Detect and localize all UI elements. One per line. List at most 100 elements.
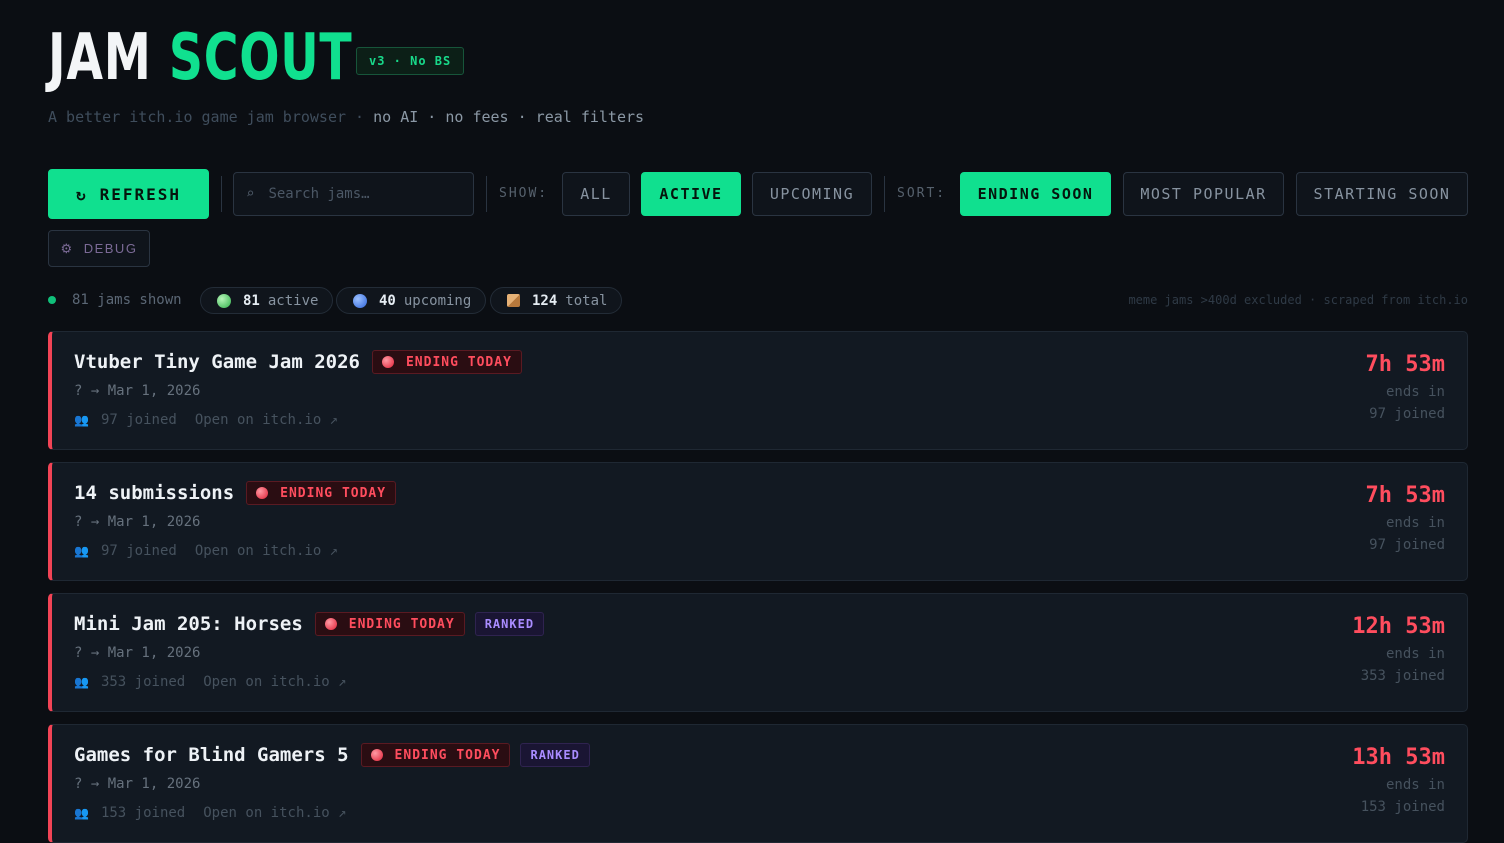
joined-count: 97 joined [1369,537,1445,553]
subtitle-dim: A better itch.io game jam browser · [48,108,365,126]
red-circle-icon [256,487,269,499]
people-icon: 👥 [74,544,89,558]
jam-card[interactable]: Vtuber Tiny Game Jam 2026 ENDING TODAY ?… [48,331,1468,450]
open-on-itch-link[interactable]: Open on itch.io ↗ [203,674,346,690]
jam-meta: 👥 153 joined Open on itch.io ↗ [74,805,347,821]
stats-bar: 81 jams shown 81 active 40 upcoming 124 … [48,287,1468,314]
ranked-badge: RANKED [520,743,590,767]
upcoming-count-pill: 40 upcoming [336,287,487,314]
divider [221,176,222,212]
joined-count: 353 joined [1360,668,1445,684]
search-input[interactable] [268,186,449,202]
upcoming-count: 40 [379,292,396,309]
open-on-itch-link[interactable]: Open on itch.io ↗ [195,412,338,428]
ending-today-badge: ENDING TODAY [360,743,511,767]
jam-dates: ? → Mar 1, 2026 [74,776,201,792]
sort-starting-soon-button[interactable]: STARTING SOON [1296,172,1468,216]
badge-text: ENDING TODAY [394,747,501,763]
jam-joined: 97 joined [100,543,177,559]
red-circle-icon [324,618,337,630]
jam-dates: ? → Mar 1, 2026 [74,514,201,530]
jam-meta: 👥 97 joined Open on itch.io ↗ [74,543,338,559]
jam-card[interactable]: Games for Blind Gamers 5 ENDING TODAY RA… [48,724,1468,843]
open-on-itch-link[interactable]: Open on itch.io ↗ [195,543,338,559]
status-dot-icon [48,296,56,304]
version-badge: v3 · No BS [356,47,465,75]
ending-today-badge: ENDING TODAY [371,350,522,374]
gear-icon: ⚙ [60,240,74,256]
jam-joined: 353 joined [100,674,186,690]
people-icon: 👥 [74,675,89,689]
ranked-badge: RANKED [474,612,545,636]
active-count-pill: 81 active [200,287,334,314]
ending-today-badge: ENDING TODAY [246,481,397,505]
filter-upcoming-button[interactable]: UPCOMING [752,172,872,216]
jam-meta: 👥 97 joined Open on itch.io ↗ [74,412,338,428]
badge-text: ENDING TODAY [348,616,455,632]
jam-name[interactable]: Mini Jam 205: Horses [74,613,303,635]
people-icon: 👥 [74,806,89,820]
refresh-icon: ↻ [75,184,88,204]
ending-today-badge: ENDING TODAY [314,612,465,636]
jam-card[interactable]: 14 submissions ENDING TODAY ? → Mar 1, 2… [48,462,1468,581]
jam-name[interactable]: 14 submissions [74,482,234,504]
package-icon [507,294,520,307]
sort-ending-soon-button[interactable]: ENDING SOON [960,172,1111,216]
ends-in-label: ends in [1385,384,1445,400]
active-count: 81 [243,292,260,309]
sort-label: SORT: [897,186,947,201]
refresh-button[interactable]: ↻ REFRESH [48,169,209,219]
search-icon: ⌕ [246,186,255,202]
blue-circle-icon [353,293,367,308]
scrape-note: meme jams >400d excluded · scraped from … [1128,293,1468,307]
jam-name[interactable]: Games for Blind Gamers 5 [74,744,349,766]
jam-countdown-block: 7h 53m ends in 97 joined [1366,483,1445,553]
app-title-scout: SCOUT [168,21,353,95]
divider [486,176,487,212]
jam-dates: ? → Mar 1, 2026 [74,645,201,661]
ends-in-label: ends in [1385,515,1445,531]
red-circle-icon [381,356,394,368]
countdown: 13h 53m [1352,745,1445,770]
jam-name[interactable]: Vtuber Tiny Game Jam 2026 [74,351,360,373]
app-title: JAM SCOUT [48,24,352,92]
debug-button[interactable]: ⚙ DEBUG [48,230,150,267]
countdown: 7h 53m [1365,352,1445,377]
red-circle-icon [370,749,383,761]
toolbar: ↻ REFRESH ⌕ SHOW: ALL ACTIVE UPCOMING SO… [48,169,1468,219]
jam-card[interactable]: Mini Jam 205: Horses ENDING TODAY RANKED… [48,593,1468,712]
people-icon: 👥 [74,413,89,427]
jam-countdown-block: 7h 53m ends in 97 joined [1366,352,1445,422]
jam-joined: 97 joined [100,412,177,428]
open-on-itch-link[interactable]: Open on itch.io ↗ [203,805,346,821]
green-circle-icon [217,293,231,308]
refresh-label: REFRESH [99,184,182,204]
debug-label: DEBUG [83,241,138,256]
jam-meta: 👥 353 joined Open on itch.io ↗ [74,674,347,690]
search-box[interactable]: ⌕ [233,172,474,216]
jams-shown-text: 81 jams shown [72,292,182,308]
app-title-jam: JAM [48,21,152,95]
filter-all-button[interactable]: ALL [562,172,630,216]
badge-text: ENDING TODAY [405,354,512,370]
filter-active-button[interactable]: ACTIVE [641,172,741,216]
joined-count: 97 joined [1369,406,1445,422]
jam-countdown-block: 13h 53m ends in 153 joined [1352,745,1445,815]
subtitle: A better itch.io game jam browser · no A… [48,108,644,126]
total-label: total [565,292,608,309]
joined-count: 153 joined [1360,799,1445,815]
total-count: 124 [532,292,558,309]
header: JAM SCOUT v3 · No BS [48,24,465,92]
show-label: SHOW: [499,186,549,201]
ends-in-label: ends in [1385,777,1445,793]
countdown: 12h 53m [1352,614,1445,639]
jams-shown: 81 jams shown [48,292,182,308]
jam-dates: ? → Mar 1, 2026 [74,383,201,399]
ends-in-label: ends in [1385,646,1445,662]
sort-most-popular-button[interactable]: MOST POPULAR [1123,172,1284,216]
active-label: active [267,292,319,309]
subtitle-highlight: no AI · no fees · real filters [373,108,645,126]
countdown: 7h 53m [1365,483,1445,508]
jam-joined: 153 joined [100,805,186,821]
total-count-pill: 124 total [490,287,623,314]
